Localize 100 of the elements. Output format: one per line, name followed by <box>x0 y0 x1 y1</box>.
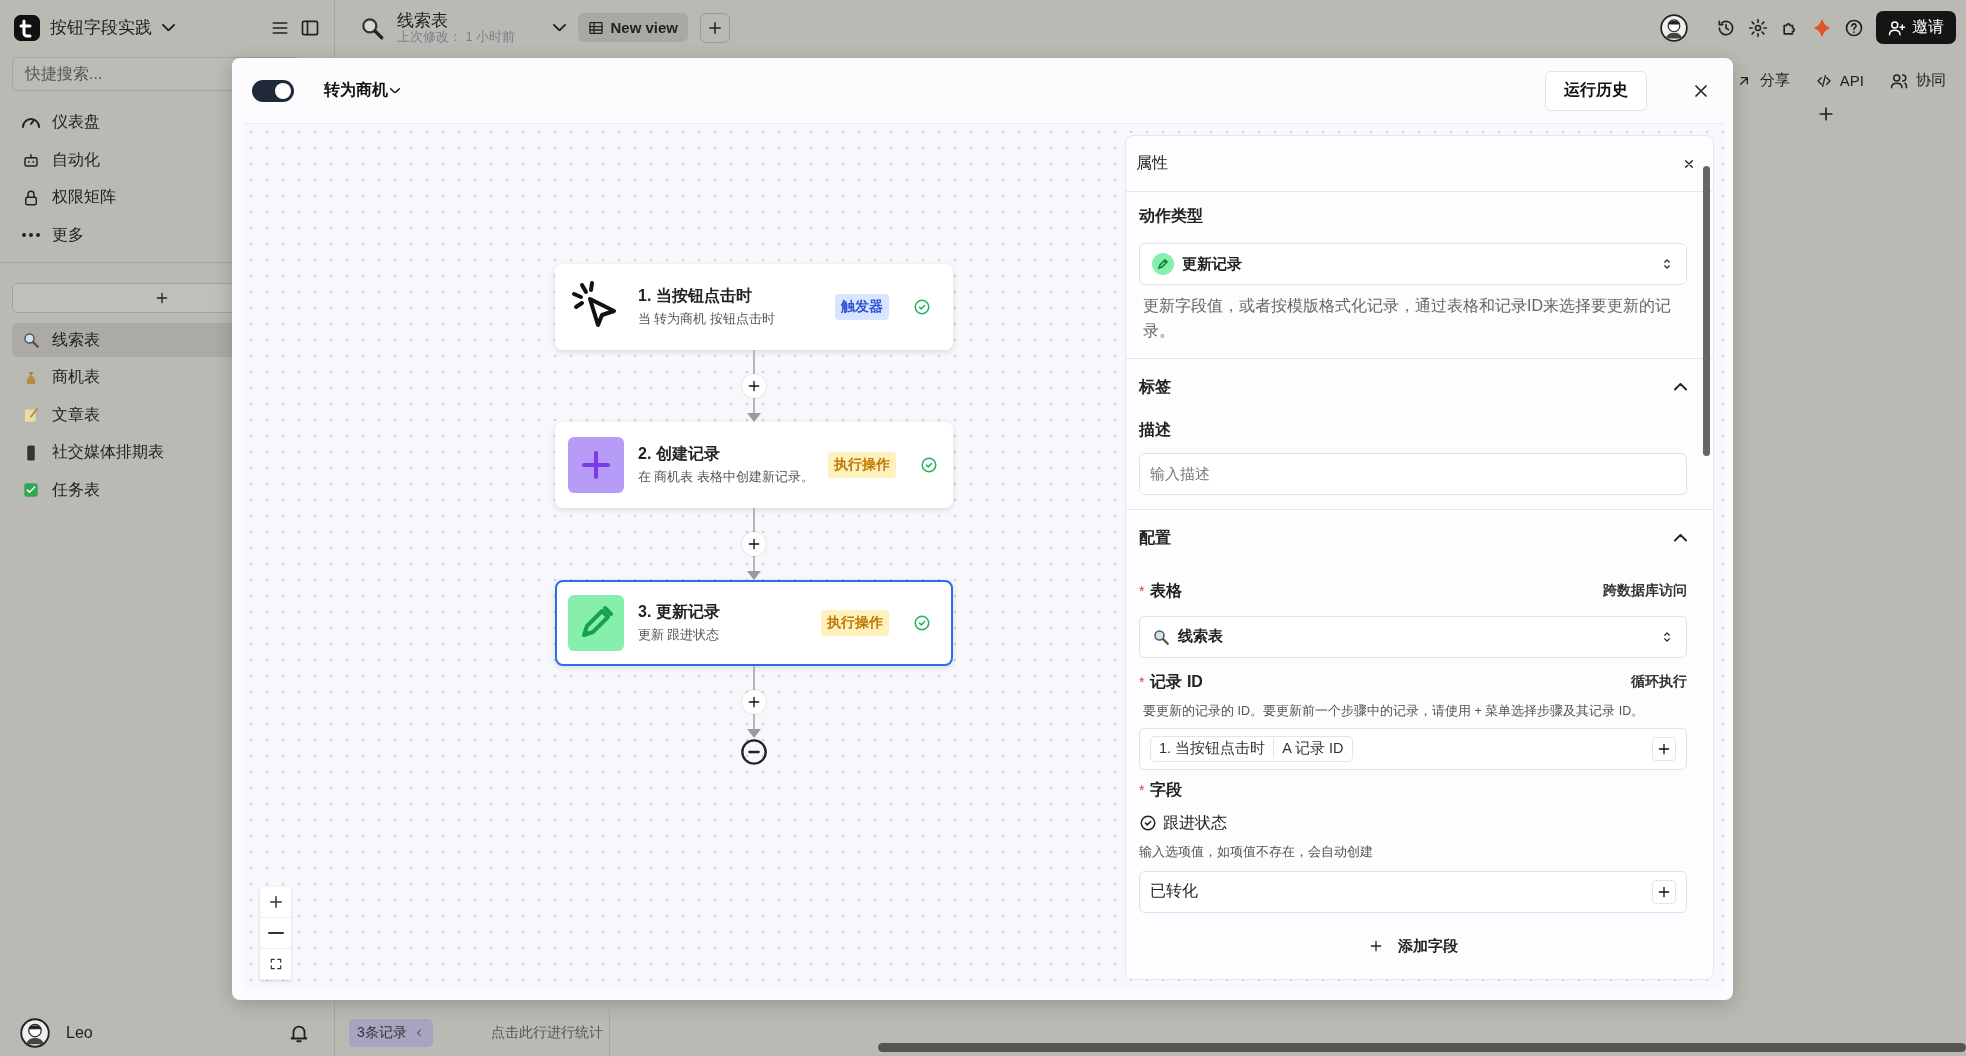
variable-token[interactable]: 1. 当按钮点击时 A 记录 ID <box>1150 735 1353 762</box>
check-circle-icon <box>913 614 931 632</box>
add-view-button[interactable] <box>700 12 730 43</box>
step-type-badge: 执行操作 <box>821 610 889 636</box>
nav-item[interactable]: 权限矩阵 <box>12 179 334 217</box>
magnifier-icon <box>22 331 40 349</box>
nav-item[interactable]: 自动化 <box>12 141 334 179</box>
table-select[interactable]: 线索表 <box>1139 615 1687 658</box>
scrollbar[interactable] <box>1703 166 1710 456</box>
check-circle-icon <box>913 298 931 316</box>
sidebar-item[interactable]: 任务表 <box>12 473 334 507</box>
minus-icon <box>267 932 284 934</box>
field-label: 动作类型 <box>1139 206 1204 226</box>
step-description: 更新 跟进状态 <box>638 627 721 644</box>
step-description: 当 转为商机 按钮点击时 <box>638 311 776 328</box>
pencil-tile-icon <box>568 595 624 651</box>
end-node[interactable] <box>740 738 768 766</box>
enable-toggle[interactable] <box>252 79 294 102</box>
zoom-out-button[interactable] <box>260 918 291 949</box>
pencil-icon <box>1152 253 1174 275</box>
fit-view-button[interactable] <box>260 949 291 980</box>
required-mark: * <box>1139 674 1145 691</box>
section-title: 标签 <box>1139 376 1171 397</box>
step-title: 1. 当按钮点击时 <box>638 286 753 306</box>
summary-hint[interactable]: 点击此行进行统计 <box>490 1010 610 1056</box>
sparkle-icon <box>1812 17 1832 38</box>
action-description: 更新字段值，或者按模版格式化记录，通过表格和记录ID来选择要更新的记录。 <box>1142 296 1672 341</box>
zoom-in-button[interactable] <box>260 887 291 918</box>
magnifier-icon <box>1152 627 1170 646</box>
last-modified: 上次修改： 1 小时前 <box>397 29 516 44</box>
code-icon <box>1815 72 1832 89</box>
field-name: 跟进状态 <box>1163 812 1227 833</box>
insert-button[interactable] <box>1652 736 1676 761</box>
help-icon <box>1844 17 1864 38</box>
collapse-button[interactable] <box>1674 534 1687 542</box>
description-field[interactable]: 输入描述 <box>1139 452 1687 495</box>
avatar <box>1660 13 1688 42</box>
chevron-down-icon <box>553 23 567 32</box>
step-card[interactable]: 3. 更新记录 更新 跟进状态 执行操作 <box>555 580 953 666</box>
check-circle-icon <box>1139 814 1157 833</box>
step-type-badge: 执行操作 <box>827 452 896 478</box>
minus-circle-icon <box>740 738 768 766</box>
plus-icon <box>154 290 170 306</box>
invite-button[interactable]: 邀请 <box>1876 11 1956 44</box>
fit-view-icon <box>268 957 283 971</box>
settings-button[interactable] <box>1748 17 1768 38</box>
more-icon <box>22 233 40 238</box>
section-title: 配置 <box>1139 527 1171 548</box>
insert-button[interactable] <box>1652 879 1676 904</box>
sidebar-item[interactable]: 文章表 <box>12 398 334 432</box>
settings-icon <box>1748 17 1768 38</box>
step-description: 在 商机表 表格中创建新记录。 <box>638 469 814 486</box>
lock-icon <box>22 188 40 207</box>
plus-icon <box>746 378 762 394</box>
toolbar-button[interactable]: 协同 <box>1890 71 1946 90</box>
chevron-up-icon <box>1674 383 1687 391</box>
chevron-down-icon <box>390 87 400 94</box>
step-card[interactable]: 1. 当按钮点击时 当 转为商机 按钮点击时 触发器 <box>555 264 953 350</box>
toolbar-button[interactable]: 分享 <box>1735 71 1790 90</box>
user-avatar <box>20 1018 50 1048</box>
run-history-button[interactable]: 运行历史 <box>1545 70 1647 111</box>
plus-tile-icon <box>568 437 624 493</box>
table-icon <box>588 19 605 36</box>
field-value-input[interactable]: 已转化 <box>1139 870 1687 913</box>
record-id-field[interactable]: 1. 当按钮点击时 A 记录 ID <box>1139 727 1687 770</box>
step-title: 3. 更新记录 <box>638 602 721 622</box>
check-circle-icon <box>919 456 938 474</box>
add-step-button[interactable] <box>742 690 766 714</box>
view-tab[interactable]: New view <box>578 13 688 42</box>
plus-icon <box>746 694 762 710</box>
chevron-up-icon <box>1674 534 1687 542</box>
add-user-icon <box>1888 18 1906 37</box>
notepad-icon <box>22 406 40 424</box>
automation-title[interactable]: 转为商机 <box>324 80 400 101</box>
field-label: 记录 ID <box>1150 671 1203 692</box>
field-label: 表格 <box>1150 580 1183 601</box>
nav-item[interactable]: 更多 <box>12 216 334 254</box>
add-field-button[interactable]: 添加字段 <box>1368 936 1458 956</box>
sidebar-item[interactable]: 社交媒体排期表 <box>12 435 334 470</box>
toolbar-button[interactable]: API <box>1815 72 1864 89</box>
plus-icon <box>746 536 762 552</box>
nav-item[interactable]: 仪表盘 <box>12 104 334 142</box>
help-button[interactable] <box>1844 17 1864 38</box>
checkbox-icon <box>22 481 40 499</box>
collapse-button[interactable] <box>1674 383 1687 391</box>
robot-icon <box>22 151 40 170</box>
panel-title: 属性 <box>1136 153 1168 173</box>
step-card[interactable]: 2. 创建记录 在 商机表 表格中创建新记录。 执行操作 <box>555 422 953 508</box>
loop-link[interactable]: 循环执行 <box>1631 673 1687 692</box>
user-name: Leo <box>66 1024 93 1042</box>
action-type-select[interactable]: 更新记录 <box>1139 243 1687 285</box>
add-step-button[interactable] <box>742 374 766 398</box>
record-count[interactable]: 3条记录 <box>349 1019 433 1047</box>
add-step-button[interactable] <box>742 532 766 556</box>
app-logo[interactable] <box>14 14 40 41</box>
cross-database-link[interactable]: 跨数据库访问 <box>1603 582 1687 601</box>
field-label: 描述 <box>1139 419 1172 440</box>
scrollbar[interactable] <box>878 1043 1966 1052</box>
sidebar-item[interactable]: 商机表 <box>12 360 334 395</box>
app-name[interactable]: 按钮字段实践 <box>50 16 152 39</box>
